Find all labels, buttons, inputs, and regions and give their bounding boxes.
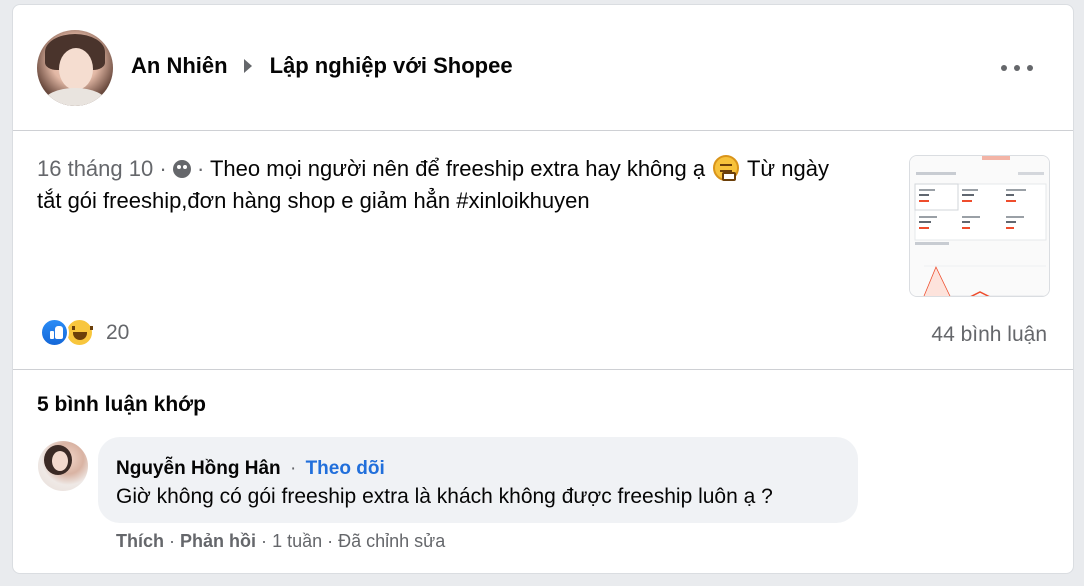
post-header-names: An Nhiên Lập nghiệp với Shopee bbox=[131, 53, 513, 79]
group-name[interactable]: Lập nghiệp với Shopee bbox=[270, 53, 513, 79]
comment-edited-label[interactable]: Đã chỉnh sửa bbox=[338, 531, 445, 551]
meta-separator: · bbox=[196, 156, 205, 181]
author-avatar[interactable] bbox=[37, 30, 113, 106]
dashboard-screenshot-image bbox=[910, 156, 1049, 296]
post-date[interactable]: 16 tháng 10 bbox=[37, 156, 153, 181]
meta-separator: · bbox=[169, 531, 176, 551]
group-privacy-icon bbox=[172, 160, 191, 178]
comment-text: Giờ không có gói freeship extra là khách… bbox=[116, 485, 773, 508]
more-horizontal-icon[interactable] bbox=[1001, 57, 1033, 79]
comment-bubble: Nguyễn Hồng Hân · Theo dõi Giờ không có … bbox=[98, 437, 858, 523]
haha-reaction-icon bbox=[65, 318, 94, 347]
meta-separator: · bbox=[261, 531, 268, 551]
post-text-line2: tắt gói freeship,đơn hàng shop e giảm hẳ… bbox=[37, 188, 590, 213]
caret-right-icon bbox=[243, 59, 252, 73]
reactions-summary[interactable]: 20 bbox=[40, 318, 129, 347]
post-text-continued: Từ ngày bbox=[746, 156, 829, 181]
comment-actions: Thích · Phản hồi · 1 tuần · Đã chỉnh sửa bbox=[116, 531, 445, 552]
comment-header: Nguyễn Hồng Hân · Theo dõi bbox=[116, 458, 385, 480]
comment-like-button[interactable]: Thích bbox=[116, 531, 164, 551]
post-text: Theo mọi người nên để freeship extra hay… bbox=[209, 156, 706, 181]
commenter-avatar[interactable] bbox=[38, 441, 88, 491]
header-divider bbox=[13, 130, 1073, 131]
confounded-face-emoji-icon bbox=[713, 155, 740, 181]
post-card: An Nhiên Lập nghiệp với Shopee 16 tháng … bbox=[12, 4, 1074, 574]
comment-reply-button[interactable]: Phản hồi bbox=[180, 531, 256, 551]
post-header: An Nhiên Lập nghiệp với Shopee bbox=[13, 5, 1073, 131]
reaction-count: 20 bbox=[106, 320, 130, 344]
meta-separator: · bbox=[327, 531, 334, 551]
post-image-thumbnail[interactable] bbox=[909, 155, 1050, 297]
like-reaction-icon bbox=[40, 318, 69, 347]
reactions-divider bbox=[13, 369, 1073, 370]
meta-separator: · bbox=[159, 156, 167, 181]
post-body: 16 tháng 10 · · Theo mọi người nên để fr… bbox=[37, 153, 887, 217]
comment-count-link[interactable]: 44 bình luận bbox=[931, 323, 1047, 347]
meta-separator: · bbox=[289, 458, 297, 479]
matching-comments-title: 5 bình luận khớp bbox=[37, 393, 206, 416]
follow-link[interactable]: Theo dõi bbox=[306, 458, 385, 479]
author-name[interactable]: An Nhiên bbox=[131, 53, 228, 79]
comment-time[interactable]: 1 tuần bbox=[272, 531, 322, 551]
commenter-name[interactable]: Nguyễn Hồng Hân bbox=[116, 458, 281, 479]
